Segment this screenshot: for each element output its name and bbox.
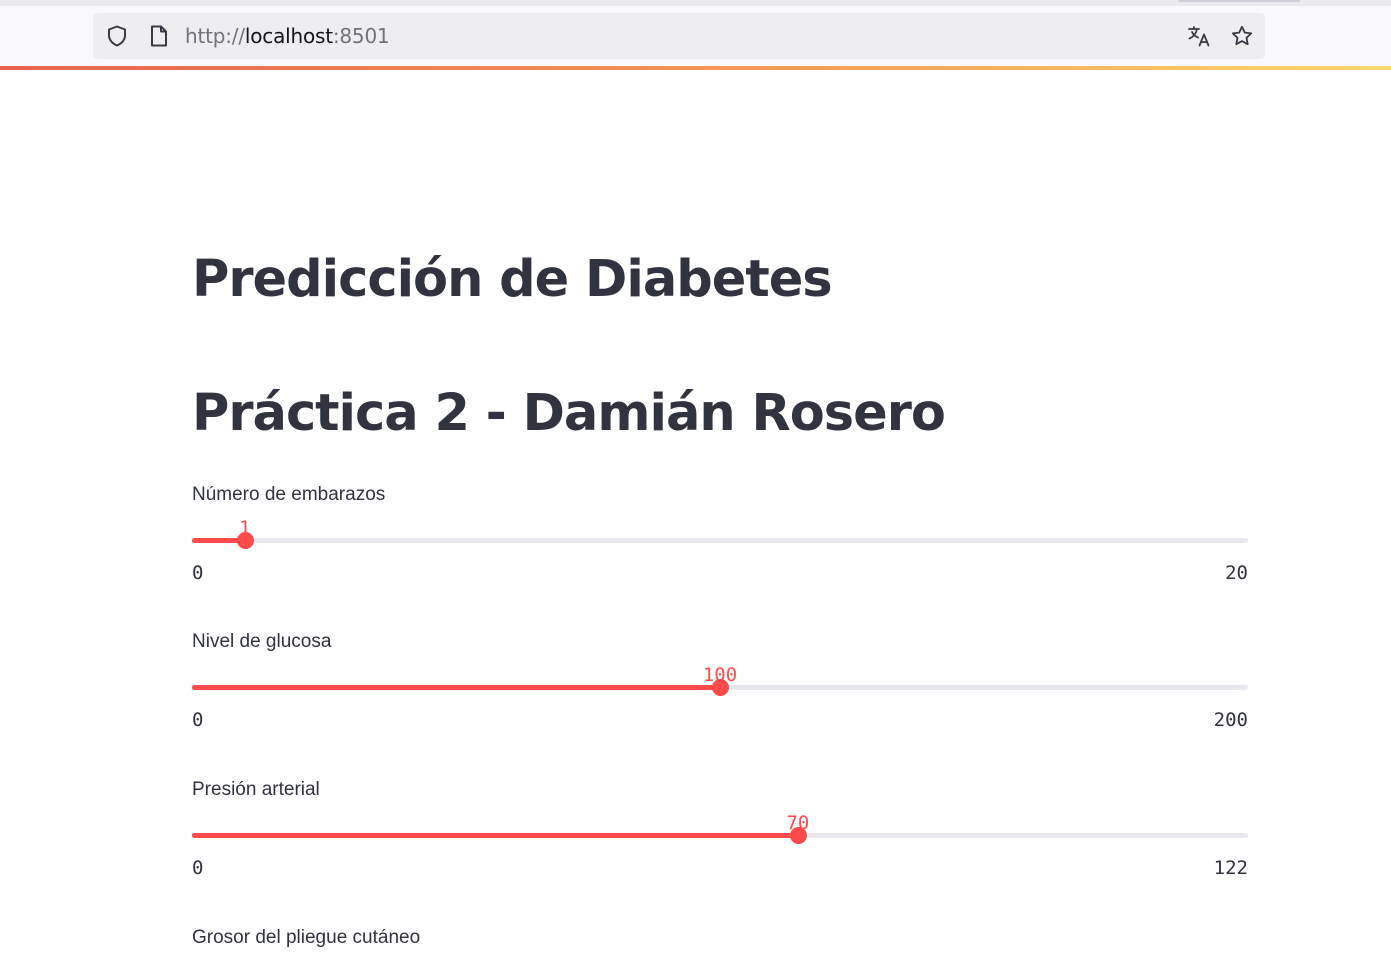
slider-label: Grosor del pliegue cutáneo: [192, 927, 421, 948]
slider-value: 1: [239, 517, 251, 539]
slider-max: 20: [1225, 562, 1248, 584]
page-subtitle: Práctica 2 - Damián Rosero: [192, 384, 946, 443]
url-scheme: http://: [185, 24, 245, 48]
star-icon[interactable]: [1230, 24, 1254, 48]
page-title: Predicción de Diabetes: [192, 250, 833, 309]
url-text[interactable]: http://localhost:8501: [185, 24, 390, 48]
slider-fill: [192, 833, 798, 838]
slider-value: 70: [786, 812, 810, 834]
slider-min: 0: [192, 562, 204, 584]
url-host: localhost: [244, 24, 333, 48]
slider-label: Presión arterial: [192, 779, 320, 800]
page-icon[interactable]: [147, 24, 171, 48]
slider-track[interactable]: [192, 827, 1248, 844]
slider-label: Nivel de glucosa: [192, 631, 332, 652]
browser-chrome: http://localhost:8501: [0, 0, 1391, 67]
slider-min: 0: [192, 857, 204, 879]
slider-max: 200: [1213, 709, 1248, 731]
address-bar[interactable]: http://localhost:8501: [93, 13, 1265, 59]
translate-icon[interactable]: [1187, 24, 1211, 48]
tab-edge: [1178, 0, 1300, 2]
slider-fill: [192, 685, 720, 690]
slider-max: 122: [1213, 857, 1248, 879]
slider-track[interactable]: [192, 532, 1248, 549]
app-main: Predicción de Diabetes Práctica 2 - Dami…: [0, 70, 1391, 954]
shield-icon[interactable]: [105, 24, 129, 48]
url-port: :8501: [332, 24, 390, 48]
slider-label: Número de embarazos: [192, 484, 386, 505]
slider-value: 100: [702, 664, 738, 686]
slider-min: 0: [192, 709, 204, 731]
